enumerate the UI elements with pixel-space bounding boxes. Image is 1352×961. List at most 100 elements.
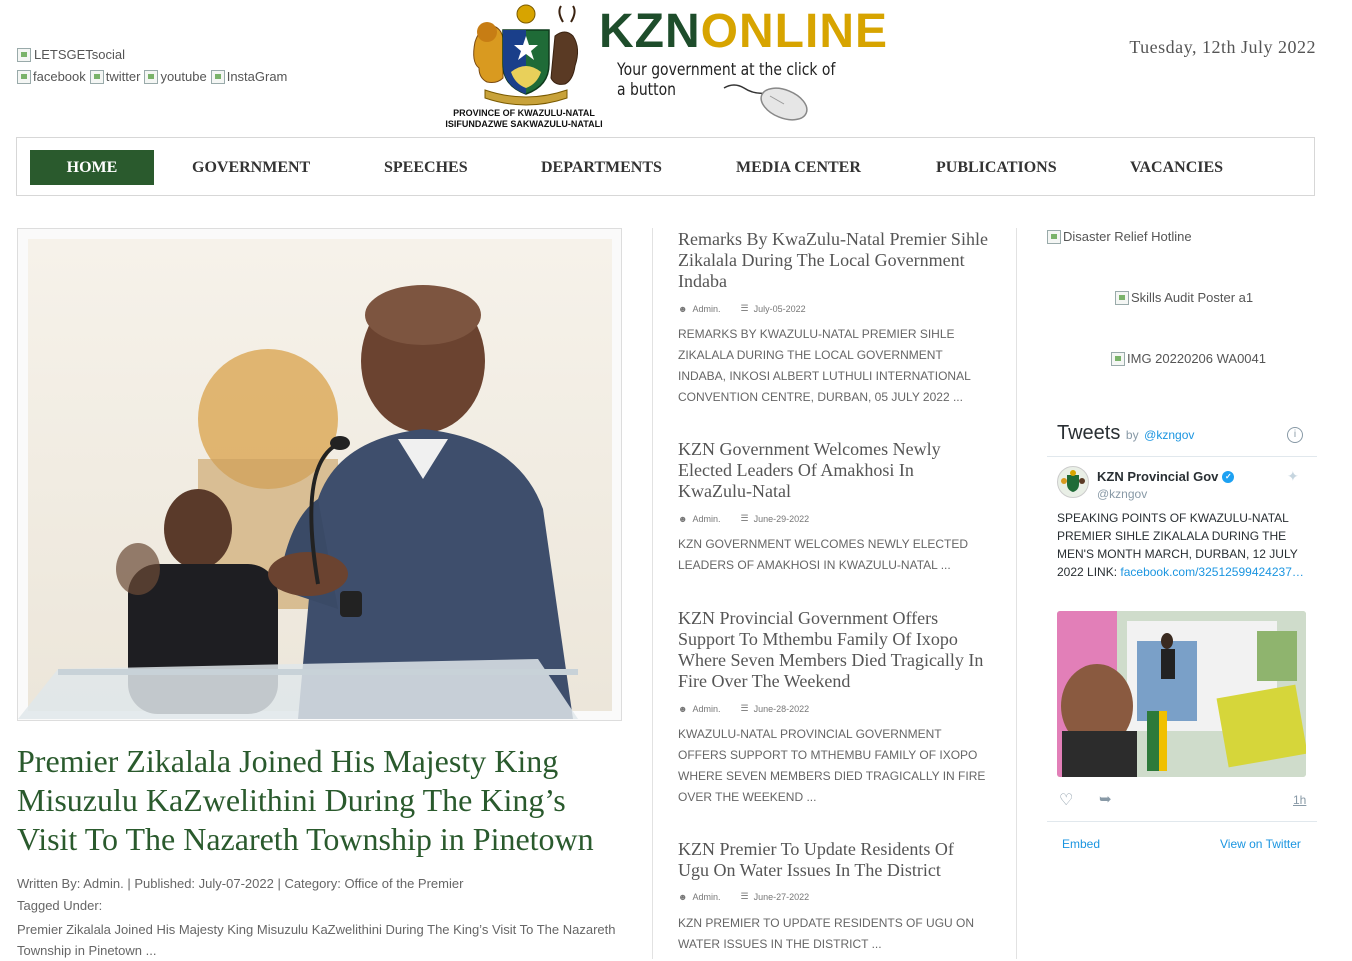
feature-excerpt: Premier Zikalala Joined His Majesty King… [17,922,616,958]
news-author-3: Admin. [692,703,721,714]
broken-image-icon [17,47,31,62]
nav-government[interactable]: GOVERNMENT [188,150,314,185]
skills-audit-alt: Skills Audit Poster a1 [1131,290,1254,305]
tweet-author-handle[interactable]: @kzngov [1097,487,1147,501]
news-excerpt-3: KWAZULU-NATAL PROVINCIAL GOVERNMENT OFFE… [678,727,986,804]
main-navigation: HOME GOVERNMENT SPEECHES DEPARTMENTS MED… [16,137,1315,196]
broken-image-icon [1111,351,1125,366]
info-icon[interactable]: i [1287,427,1303,443]
share-icon[interactable]: ➥ [1099,790,1112,808]
twitter-bird-icon[interactable]: ✦ [1287,468,1299,485]
news-meta-4: ☻ Admin. ☰ June-27-2022 [678,891,809,902]
author-link[interactable]: Admin. [83,876,123,891]
twitter-divider [1047,821,1317,822]
skills-audit-banner[interactable]: Skills Audit Poster a1 [1115,290,1253,305]
heart-icon[interactable]: ♡ [1059,790,1073,810]
news-meta-1: ☻ Admin. ☰ July-05-2022 [678,303,806,314]
user-icon: ☻ [678,703,688,714]
sidebar-divider [1016,228,1017,959]
news-title-2[interactable]: KZN Government Welcomes Newly Elected Le… [678,439,988,502]
verified-icon: ✓ [1222,470,1235,483]
category-link[interactable]: Office of the Premier [344,876,463,891]
tagged-under-label: Tagged Under: [17,898,103,913]
list-icon: ☰ [740,303,749,313]
instagram-link[interactable]: InstaGram [210,69,288,84]
facebook-label: facebook [33,69,86,84]
news-date-3: June-28-2022 [753,703,810,714]
broken-image-icon [210,69,225,84]
published-label: | Published: [127,876,196,891]
feature-photo[interactable] [17,228,622,721]
news-title-4[interactable]: KZN Premier To Update Residents Of Ugu O… [678,839,988,881]
province-line-1: PROVINCE OF KWAZULU-NATAL [453,108,595,118]
computer-mouse-icon [723,84,808,121]
news-excerpt-2: KZN GOVERNMENT WELCOMES NEWLY ELECTED LE… [678,537,969,572]
tweet-user-name: KZN Provincial Gov [1097,469,1219,484]
nav-media-center[interactable]: MEDIA CENTER [732,150,865,185]
view-on-twitter-link[interactable]: View on Twitter [1220,837,1301,851]
tweet-author-name[interactable]: KZN Provincial Gov ✓ [1097,469,1235,484]
site-logo[interactable]: PROVINCE OF KWAZULU-NATAL ISIFUNDAZWE SA… [437,0,893,135]
tweets-by: by [1125,428,1139,442]
disaster-relief-alt: Disaster Relief Hotline [1063,229,1192,244]
nav-home[interactable]: HOME [30,150,154,185]
news-meta-3: ☻ Admin. ☰ June-28-2022 [678,703,809,714]
social-title-alt: LETSGETsocial [34,47,126,62]
column-divider [652,228,653,959]
twitter-link[interactable]: twitter [89,69,141,84]
youtube-link[interactable]: youtube [144,69,207,84]
news-excerpt-4: KZN PREMIER TO UPDATE RESIDENTS OF UGU O… [678,916,975,951]
broken-image-icon [17,69,31,84]
feature-headline[interactable]: Premier Zikalala Joined His Majesty King… [17,742,617,859]
news-title-1[interactable]: Remarks By KwaZulu-Natal Premier Sihle Z… [678,229,988,292]
twitter-label: twitter [105,69,141,84]
social-links: facebook twitter youtube InstaGram [17,69,287,84]
brand-kzn: KZN [599,5,701,58]
youtube-label: youtube [160,69,207,84]
img-wa-alt: IMG 20220206 WA0041 [1127,351,1266,366]
brand-online: ONLINE [700,5,888,58]
news-excerpt-1: REMARKS BY KWAZULU-NATAL PREMIER SIHLE Z… [678,327,971,404]
list-icon: ☰ [740,703,749,713]
tweet-link[interactable]: facebook.com/32512599424237… [1120,565,1303,579]
broken-image-icon [89,69,104,84]
nav-departments[interactable]: DEPARTMENTS [537,150,666,185]
nav-publications[interactable]: PUBLICATIONS [932,150,1061,185]
embed-link[interactable]: Embed [1062,837,1100,851]
tweet-time[interactable]: 1h [1293,793,1306,807]
nav-speeches[interactable]: SPEECHES [380,150,472,185]
user-icon: ☻ [678,303,688,314]
news-date-1: July-05-2022 [753,303,806,314]
tweets-heading: Tweets [1057,422,1121,444]
list-icon: ☰ [740,513,749,523]
twitter-header: Tweets by @kzngov [1057,422,1194,445]
broken-image-icon [1115,290,1129,305]
published-date: July-07-2022 [198,876,274,891]
user-icon: ☻ [678,891,688,902]
twitter-divider [1047,456,1317,457]
written-by-label: Written By: [17,876,81,891]
avatar[interactable] [1057,466,1089,498]
disaster-relief-banner[interactable]: Disaster Relief Hotline [1047,229,1192,244]
news-author-4: Admin. [692,891,721,902]
news-author-1: Admin. [692,303,721,314]
tweet-photo[interactable] [1057,611,1306,777]
broken-image-icon [144,69,159,84]
social-title-image: LETSGETsocial [17,47,125,62]
news-date-2: June-29-2022 [753,513,810,524]
twitter-handle-link[interactable]: @kzngov [1144,428,1194,442]
img-wa-banner[interactable]: IMG 20220206 WA0041 [1111,351,1266,366]
nav-vacancies[interactable]: VACANCIES [1126,150,1227,185]
facebook-link[interactable]: facebook [17,69,86,84]
mens-month-event-illustration [1057,611,1306,777]
twitter-timeline: Tweets by @kzngov i KZN Provincial Gov ✓… [1047,410,1317,860]
list-icon: ☰ [740,891,749,901]
broken-image-icon [1047,229,1061,244]
province-line-2: ISIFUNDAZWE SAKWAZULU-NATALI [445,119,603,129]
news-title-3[interactable]: KZN Provincial Government Offers Support… [678,608,988,692]
brand-wordmark: KZNONLINE [599,4,888,59]
news-date-4: June-27-2022 [753,891,810,902]
feature-meta: Written By: Admin. | Published: July-07-… [17,876,463,891]
coat-of-arms-icon [473,4,579,106]
instagram-label: InstaGram [226,69,288,84]
